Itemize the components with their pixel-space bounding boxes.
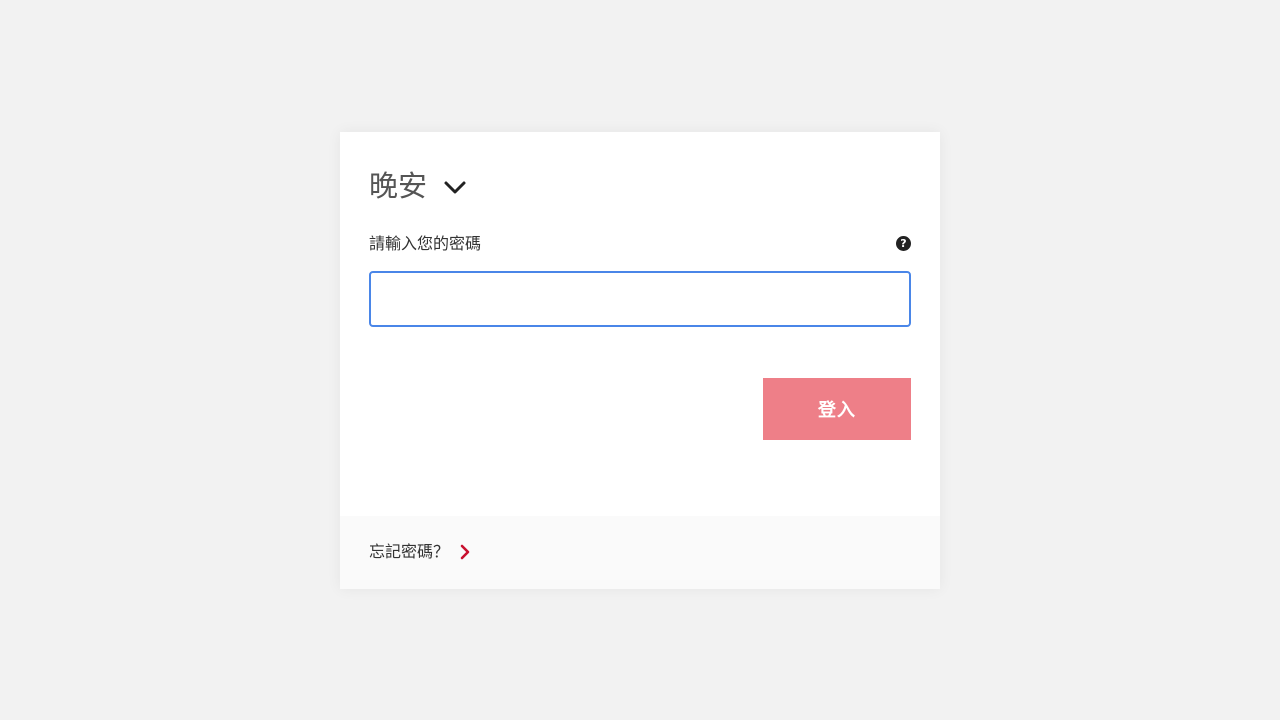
help-icon[interactable]: ?: [896, 236, 911, 251]
password-input[interactable]: [369, 271, 911, 327]
card-footer: 忘記密碼？: [340, 516, 940, 589]
chevron-right-icon: [459, 544, 471, 560]
login-card: 晚安 請輸入您的密碼 ? 登入 忘記密碼？: [340, 132, 940, 589]
forgot-password-link[interactable]: 忘記密碼？: [369, 541, 471, 563]
greeting-text: 晚安: [369, 169, 428, 203]
password-label: 請輸入您的密碼: [369, 234, 482, 253]
account-switcher[interactable]: 晚安: [369, 168, 467, 204]
forgot-password-label: 忘記密碼？: [369, 542, 450, 561]
password-label-row: 請輸入您的密碼 ?: [369, 233, 911, 255]
chevron-down-icon[interactable]: [443, 176, 467, 200]
login-button[interactable]: 登入: [763, 378, 911, 440]
